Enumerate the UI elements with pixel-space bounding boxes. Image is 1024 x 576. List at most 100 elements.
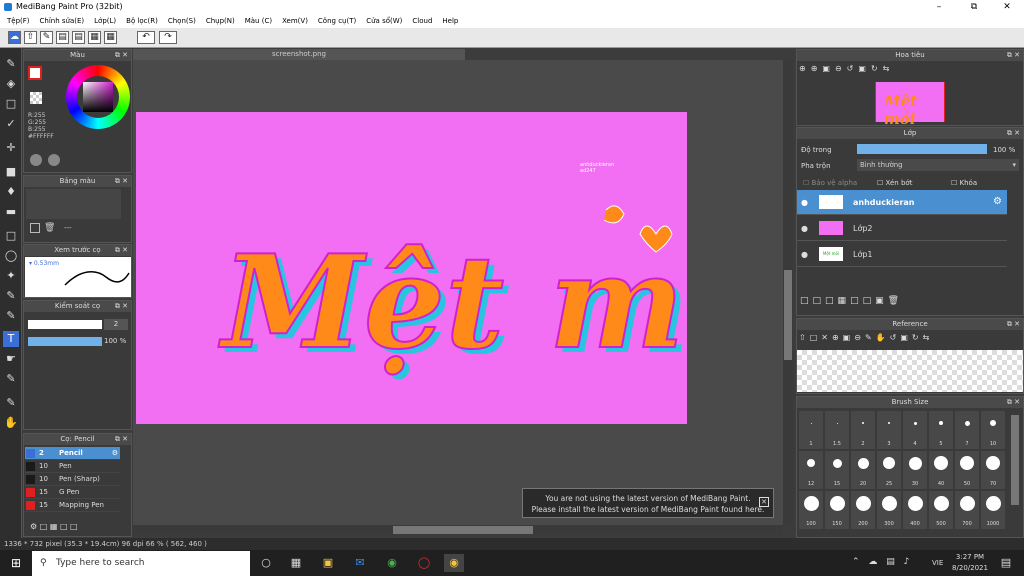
brush-size-option[interactable]: 12 bbox=[799, 451, 823, 489]
brush-copy-icon[interactable]: □ bbox=[60, 522, 68, 531]
app-icon-green[interactable]: ◉ bbox=[382, 554, 402, 572]
primary-color-swatch[interactable] bbox=[28, 66, 42, 80]
windows-start-icon[interactable]: ⊞ bbox=[6, 554, 26, 572]
brush-size-option[interactable]: 1000 bbox=[981, 491, 1005, 529]
dropper-tool-icon[interactable]: ✎ bbox=[3, 395, 19, 411]
merge-layer-icon[interactable]: ▣ bbox=[875, 296, 888, 306]
brush-size-option[interactable]: 20 bbox=[851, 451, 875, 489]
redo-icon[interactable]: ↷ bbox=[159, 31, 177, 44]
upload-icon[interactable]: ⇧ bbox=[799, 333, 810, 342]
brush-size-option[interactable]: 700 bbox=[955, 491, 979, 529]
menu-filter[interactable]: Bộ lọc(R) bbox=[126, 17, 158, 25]
new-layer-icon[interactable]: □ bbox=[800, 296, 813, 306]
close-icon[interactable]: ✕ bbox=[759, 497, 769, 507]
select-pen-icon[interactable]: ✎ bbox=[3, 288, 19, 304]
notifications-icon[interactable]: ▤ bbox=[996, 554, 1016, 572]
visibility-icon[interactable]: ● bbox=[801, 198, 808, 207]
gradient-tool-icon[interactable]: ▬ bbox=[3, 204, 19, 220]
new-1bit-layer-icon[interactable]: □ bbox=[825, 296, 838, 306]
layer-opacity-slider[interactable] bbox=[857, 144, 987, 154]
brush-item[interactable]: 15 G Pen bbox=[25, 486, 120, 499]
menu-view[interactable]: Xem(V) bbox=[282, 17, 308, 25]
page-icon[interactable]: ▤ bbox=[72, 31, 85, 44]
reference-canvas[interactable] bbox=[797, 350, 1023, 392]
minimize-button[interactable]: – bbox=[922, 0, 956, 14]
brush-size-option[interactable]: 50 bbox=[955, 451, 979, 489]
hand-tool-icon[interactable]: ✋ bbox=[3, 415, 19, 431]
delete-palette-icon[interactable]: 🗑 bbox=[44, 223, 55, 233]
operation-tool-icon[interactable]: ☛ bbox=[3, 351, 19, 367]
brush-size-option[interactable]: 15 bbox=[825, 451, 849, 489]
rotate-right-icon[interactable]: ↻ bbox=[871, 64, 883, 73]
fit-icon[interactable]: ▣ bbox=[822, 64, 835, 73]
flip-icon[interactable]: ⇆ bbox=[883, 64, 895, 73]
clock[interactable]: 3:27 PM 8/20/2021 bbox=[950, 552, 990, 574]
rotate-left-icon[interactable]: ↺ bbox=[847, 64, 859, 73]
brush-size-option[interactable]: 100 bbox=[799, 491, 823, 529]
visibility-icon[interactable]: ● bbox=[801, 224, 808, 233]
new-palette-icon[interactable] bbox=[30, 223, 40, 233]
system-tray-icons[interactable]: ⌃ ☁ ▤ ♪ bbox=[852, 557, 912, 567]
language-indicator[interactable]: VIE bbox=[932, 559, 943, 567]
close-icon[interactable]: ⧉ ✕ bbox=[115, 301, 128, 312]
color-mode-icon[interactable] bbox=[30, 154, 42, 166]
taskbar-search[interactable]: ⚲ Type here to search bbox=[32, 551, 250, 576]
color-picker-icon[interactable] bbox=[48, 154, 60, 166]
zoom-in-alt-icon[interactable]: ⊕ bbox=[811, 64, 823, 73]
brush-opacity-slider[interactable] bbox=[28, 337, 102, 346]
close-button[interactable]: ✕ bbox=[990, 0, 1024, 14]
brush-size-option[interactable]: 150 bbox=[825, 491, 849, 529]
brush-size-slider[interactable] bbox=[28, 320, 102, 329]
select-eraser-icon[interactable]: ✎ bbox=[3, 308, 19, 324]
menu-snap[interactable]: Chụp(N) bbox=[206, 17, 235, 25]
eraser-tool-icon[interactable]: ◈ bbox=[3, 76, 19, 92]
flip-icon[interactable]: ⇆ bbox=[923, 333, 934, 342]
comment-icon[interactable]: ✎ bbox=[40, 31, 53, 44]
brush-size-option[interactable]: 70 bbox=[981, 451, 1005, 489]
eyedropper-icon[interactable]: ✎ bbox=[865, 333, 876, 342]
zoom-in-icon[interactable]: ⊕ bbox=[799, 64, 811, 73]
new-brush-icon[interactable]: □ bbox=[40, 522, 48, 531]
brush-size-option[interactable]: 25 bbox=[877, 451, 901, 489]
hand-icon[interactable]: ✋ bbox=[876, 333, 890, 342]
color-wheel[interactable] bbox=[66, 65, 130, 129]
fill-rect-tool-icon[interactable]: ■ bbox=[3, 164, 19, 180]
actual-size-icon[interactable]: ▣ bbox=[900, 333, 912, 342]
protect-alpha-checkbox[interactable]: ☐ Bảo vệ alpha bbox=[803, 179, 857, 187]
brush-add-icon[interactable]: ▦ bbox=[50, 522, 58, 531]
brush-tool-icon[interactable]: ✎ bbox=[3, 56, 19, 72]
menu-window[interactable]: Cửa sổ(W) bbox=[366, 17, 402, 25]
layer-row-lop2[interactable]: ● Lớp2 bbox=[797, 216, 1007, 241]
lock-checkbox[interactable]: ☐ Khóa bbox=[951, 179, 977, 187]
brush-folder-icon[interactable]: □ bbox=[70, 522, 78, 531]
store-icon[interactable]: ▣ bbox=[318, 554, 338, 572]
palette-swatches[interactable] bbox=[26, 189, 121, 219]
new-8bit-layer-icon[interactable]: □ bbox=[813, 296, 826, 306]
close-icon[interactable]: ⧉ ✕ bbox=[115, 50, 128, 61]
clipping-checkbox[interactable]: ☐ Xén bớt bbox=[877, 179, 912, 187]
brush-size-option[interactable]: 1.5 bbox=[825, 411, 849, 449]
menu-edit[interactable]: Chỉnh sửa(E) bbox=[40, 17, 85, 25]
brush-item[interactable]: 10 Pen bbox=[25, 460, 120, 473]
chrome-icon[interactable]: ◉ bbox=[444, 554, 464, 572]
update-notification[interactable]: You are not using the latest version of … bbox=[522, 488, 774, 518]
visibility-icon[interactable]: ● bbox=[801, 250, 808, 259]
select-tool-icon[interactable]: □ bbox=[3, 96, 19, 112]
opera-icon[interactable]: ◯ bbox=[414, 554, 434, 572]
brush-size-option[interactable]: 5 bbox=[929, 411, 953, 449]
maximize-button[interactable]: ⧉ bbox=[957, 0, 991, 14]
brush-size-option[interactable]: 10 bbox=[981, 411, 1005, 449]
add-layer-menu-icon[interactable]: ▦ bbox=[838, 296, 851, 306]
close-icon[interactable]: ⧉ ✕ bbox=[1007, 128, 1020, 139]
zoom-out-icon[interactable]: ⊖ bbox=[854, 333, 865, 342]
menu-help[interactable]: Help bbox=[442, 17, 458, 25]
zoom-in-icon[interactable]: ⊕ bbox=[832, 333, 843, 342]
marquee-tool-icon[interactable]: □ bbox=[3, 228, 19, 244]
menu-tools[interactable]: Công cụ(T) bbox=[318, 17, 356, 25]
move-tool-icon[interactable]: ✛ bbox=[3, 140, 19, 156]
brush-size-option[interactable]: 30 bbox=[903, 451, 927, 489]
zoom-out-icon[interactable]: ⊖ bbox=[835, 64, 847, 73]
document-canvas[interactable]: Mệt mỏi Mệt mỏi anhduckieran ad247 bbox=[136, 112, 687, 424]
menu-cloud[interactable]: Cloud bbox=[412, 17, 432, 25]
menu-color[interactable]: Màu (C) bbox=[245, 17, 272, 25]
